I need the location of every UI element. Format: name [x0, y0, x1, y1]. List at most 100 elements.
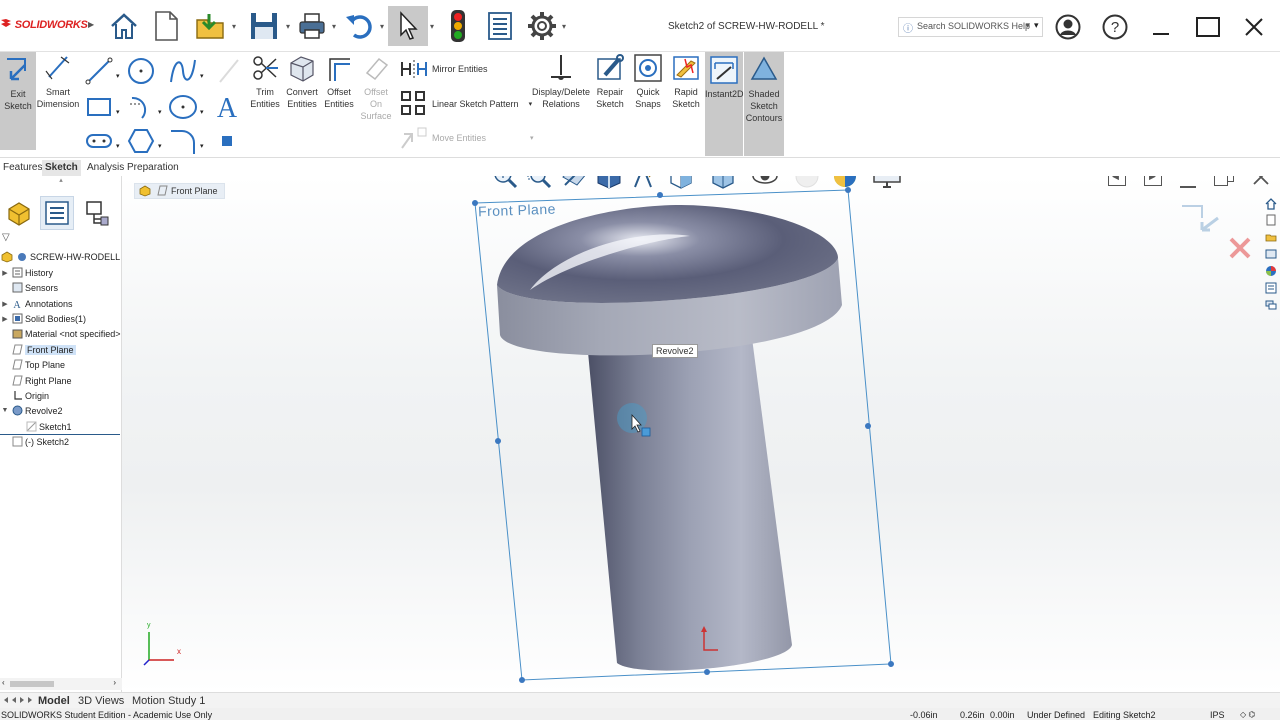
- mirror-entities-button[interactable]: Mirror Entities: [400, 59, 488, 79]
- close-window-button[interactable]: [1241, 14, 1267, 40]
- tree-item-top-plane[interactable]: Top Plane: [0, 357, 122, 372]
- tab-features[interactable]: Features: [0, 160, 45, 176]
- unit-system[interactable]: IPS: [1210, 709, 1225, 721]
- save-icon[interactable]: [244, 6, 284, 46]
- exit-sketch-corner-icon[interactable]: [1180, 204, 1224, 237]
- configuration-manager-tab-icon[interactable]: [80, 196, 114, 230]
- move-entities-button[interactable]: Move Entities ▾: [400, 126, 534, 150]
- cancel-sketch-corner-icon[interactable]: [1228, 236, 1252, 263]
- tree-item-origin[interactable]: Origin: [0, 388, 122, 403]
- tab-analysis-preparation[interactable]: Analysis Preparation: [84, 160, 182, 176]
- task-pane-design-library-icon[interactable]: [1263, 229, 1278, 244]
- status-options-icon[interactable]: ◇ ⌬: [1240, 709, 1255, 721]
- minimize-window-button[interactable]: [1148, 14, 1174, 40]
- zoom-to-fit-icon[interactable]: [490, 176, 520, 192]
- offset-entities-button[interactable]: Offset Entities: [320, 52, 358, 110]
- tree-item-right-plane[interactable]: Right Plane: [0, 373, 122, 388]
- circle-icon[interactable]: [126, 56, 156, 86]
- previous-viewport-icon[interactable]: ◀: [1108, 176, 1126, 186]
- point-icon[interactable]: [220, 134, 234, 148]
- view-settings-icon[interactable]: [872, 176, 902, 192]
- feature-manager-tab-icon[interactable]: [2, 196, 36, 230]
- tree-item-annotations[interactable]: ▶ A Annotations: [0, 296, 122, 311]
- convert-entities-button[interactable]: Convert Entities: [284, 52, 320, 110]
- property-manager-tab-icon[interactable]: [40, 196, 74, 230]
- help-search-input[interactable]: ⓘ Search SOLIDWORKS Help ▾: [898, 17, 1043, 37]
- help-icon[interactable]: ?: [1102, 14, 1128, 40]
- next-viewport-icon[interactable]: ▶: [1144, 176, 1162, 186]
- text-icon[interactable]: A: [212, 90, 242, 124]
- quick-snaps-button[interactable]: Quick Snaps: [630, 52, 666, 110]
- tree-item-sensors[interactable]: Sensors: [0, 280, 122, 295]
- search-dropdown-icon[interactable]: ▾: [1034, 20, 1039, 31]
- section-view-icon[interactable]: [594, 176, 624, 192]
- task-pane-appearances-icon[interactable]: [1263, 263, 1278, 278]
- tab-motion-study-1[interactable]: Motion Study 1: [128, 694, 209, 708]
- linear-sketch-pattern-button[interactable]: Linear Sketch Pattern ▾: [400, 88, 532, 120]
- task-pane-home-icon[interactable]: [1263, 196, 1278, 211]
- rebuild-icon[interactable]: [438, 6, 478, 46]
- tree-item-front-plane[interactable]: Front Plane: [0, 342, 122, 357]
- graphics-area[interactable]: Front Plane Revolve2 y x ◀ ▶: [122, 176, 1280, 692]
- tree-item-history[interactable]: ▶ History: [0, 265, 122, 280]
- tree-item-material[interactable]: Material <not specified>: [0, 326, 122, 341]
- display-delete-relations-button[interactable]: Display/Delete Relations: [530, 52, 592, 110]
- instant2d-button[interactable]: Instant2D: [705, 52, 744, 156]
- arc-icon[interactable]: [126, 92, 156, 122]
- tree-root[interactable]: SCREW-HW-RODELL: [0, 249, 122, 264]
- previous-view-icon[interactable]: [560, 176, 590, 192]
- task-pane-custom-properties-icon[interactable]: [1263, 280, 1278, 295]
- hide-show-items-icon[interactable]: [750, 176, 780, 192]
- shaded-sketch-contours-button[interactable]: Shaded Sketch Contours: [744, 52, 784, 156]
- viewport-close-button[interactable]: [1252, 176, 1270, 189]
- offset-on-surface-button[interactable]: Offset On Surface: [358, 52, 394, 122]
- panel-collapse-handle[interactable]: ▴: [0, 176, 122, 186]
- dynamic-annotation-views-icon[interactable]: [630, 176, 660, 192]
- tree-item-solid-bodies[interactable]: ▶ Solid Bodies(1): [0, 311, 122, 326]
- polygon-icon[interactable]: [126, 126, 156, 156]
- zoom-to-area-icon[interactable]: [524, 176, 554, 192]
- tab-model[interactable]: Model: [34, 694, 74, 708]
- undo-icon[interactable]: [340, 6, 380, 46]
- line-icon[interactable]: [84, 56, 114, 86]
- new-document-icon[interactable]: [146, 6, 186, 46]
- exit-sketch-button[interactable]: Exit Sketch: [0, 52, 36, 150]
- options-icon[interactable]: [522, 6, 562, 46]
- apply-scene-icon[interactable]: [830, 176, 860, 192]
- print-icon[interactable]: [292, 6, 332, 46]
- select-icon[interactable]: [388, 6, 428, 46]
- spline-icon[interactable]: [168, 56, 198, 86]
- view-orientation-icon[interactable]: [666, 176, 696, 192]
- rapid-sketch-button[interactable]: Rapid Sketch: [668, 52, 704, 110]
- task-pane-file-explorer-icon[interactable]: [1263, 246, 1278, 261]
- open-icon[interactable]: [192, 6, 232, 46]
- smart-dimension-button[interactable]: Smart Dimension: [36, 52, 80, 110]
- ellipse-icon[interactable]: [168, 92, 198, 122]
- tab-3d-views[interactable]: 3D Views: [74, 694, 128, 708]
- breadcrumb[interactable]: Front Plane: [134, 183, 225, 199]
- tree-item-revolve2[interactable]: ▼ Revolve2: [0, 403, 122, 418]
- trim-entities-button[interactable]: Trim Entities: [246, 52, 284, 110]
- fillet-icon[interactable]: [168, 126, 198, 156]
- maximize-window-button[interactable]: [1195, 14, 1221, 40]
- rectangle-icon[interactable]: [84, 92, 114, 122]
- task-pane-forum-icon[interactable]: [1263, 297, 1278, 312]
- tab-navigation-icon[interactable]: [2, 695, 32, 705]
- home-icon[interactable]: [104, 6, 144, 46]
- tree-item-sketch2[interactable]: (-) Sketch2: [0, 434, 122, 449]
- model-canvas[interactable]: [122, 176, 1280, 692]
- viewport-restore-button[interactable]: [1214, 176, 1234, 186]
- user-icon[interactable]: [1055, 14, 1081, 40]
- menu-expand-icon[interactable]: ▶: [88, 20, 94, 29]
- viewport-minimize-button[interactable]: [1180, 186, 1196, 188]
- file-properties-icon[interactable]: [480, 6, 520, 46]
- screw-shaft[interactable]: [588, 338, 792, 671]
- filter-icon[interactable]: ▽: [2, 232, 10, 243]
- tab-sketch[interactable]: Sketch: [42, 160, 81, 176]
- task-pane-resources-icon[interactable]: [1263, 212, 1278, 227]
- tree-item-sketch1[interactable]: Sketch1: [0, 419, 122, 434]
- repair-sketch-button[interactable]: Repair Sketch: [592, 52, 628, 110]
- slot-icon[interactable]: [84, 126, 114, 156]
- edit-appearance-icon[interactable]: [792, 176, 822, 192]
- horizontal-scrollbar[interactable]: ‹ ›: [0, 678, 122, 690]
